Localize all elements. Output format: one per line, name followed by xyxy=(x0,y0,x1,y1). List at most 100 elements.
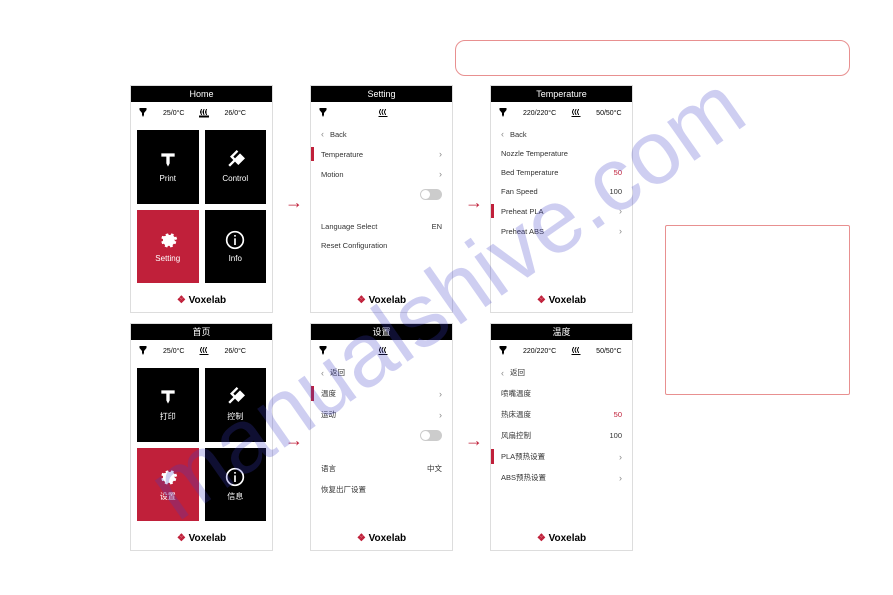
screen-title: Home xyxy=(131,86,272,102)
preheat-pla-row[interactable]: Preheat PLA › xyxy=(491,201,632,221)
bed-icon xyxy=(570,107,582,119)
annotation-box-side xyxy=(665,225,850,395)
row-value: 50 xyxy=(614,410,622,419)
nozzle-temp-row[interactable]: 喷嘴温度 xyxy=(491,383,632,404)
print-tile[interactable]: 打印 xyxy=(137,368,199,442)
nozzle-readout: 25/0°C xyxy=(163,110,184,117)
nozzle-readout: 25/0°C xyxy=(163,348,184,355)
row-label: Motion xyxy=(321,170,344,179)
nozzle-icon xyxy=(317,345,329,357)
screen-setting-en: Setting ‹Back Temperature› Motion› Langu… xyxy=(310,85,453,313)
row-label: 语言 xyxy=(321,463,336,474)
bed-icon xyxy=(198,107,210,119)
bed-icon xyxy=(198,345,210,357)
tile-label: Info xyxy=(229,254,242,263)
control-tile[interactable]: Control xyxy=(205,130,267,204)
chevron-right-icon: › xyxy=(439,410,442,420)
back-row[interactable]: ‹返回 xyxy=(311,362,452,383)
row-label: Preheat PLA xyxy=(501,207,544,216)
screen-title: Temperature xyxy=(491,86,632,102)
bed-temp-row[interactable]: 热床温度50 xyxy=(491,404,632,425)
motion-row[interactable]: 运动 › xyxy=(311,404,452,425)
nozzle-temp-row[interactable]: Nozzle Temperature xyxy=(491,144,632,163)
chevron-right-icon: › xyxy=(619,206,622,216)
row-label: 喷嘴温度 xyxy=(501,388,531,399)
bed-readout: 50/50°C xyxy=(596,348,621,355)
bed-readout: 50/50°C xyxy=(596,110,621,117)
chevron-right-icon: › xyxy=(439,389,442,399)
row-value: 100 xyxy=(609,431,622,440)
bed-icon xyxy=(377,345,389,357)
toggle-row[interactable] xyxy=(311,184,452,205)
info-tile[interactable]: 信息 xyxy=(205,448,267,522)
toggle-switch[interactable] xyxy=(420,430,442,441)
brand-footer: ❖ Voxelab xyxy=(491,527,632,550)
row-value: EN xyxy=(432,222,442,231)
setting-tile[interactable]: 设置 xyxy=(137,448,199,522)
preheat-pla-row[interactable]: PLA预热设置 › xyxy=(491,446,632,467)
screen-temperature-en: Temperature 220/220°C 50/50°C ‹Back Nozz… xyxy=(490,85,633,313)
screen-setting-cn: 设置 ‹返回 温度› 运动› 语言中文 恢复出厂设置 ❖ Voxelab xyxy=(310,323,453,551)
tile-label: 控制 xyxy=(227,411,243,422)
toggle-switch[interactable] xyxy=(420,189,442,200)
setting-tile[interactable]: Setting xyxy=(137,210,199,284)
nozzle-readout: 220/220°C xyxy=(523,348,556,355)
bed-temp-row[interactable]: Bed Temperature50 xyxy=(491,163,632,182)
back-row[interactable]: ‹Back xyxy=(311,124,452,144)
reset-row[interactable]: Reset Configuration xyxy=(311,236,452,255)
temperature-row[interactable]: 温度 › xyxy=(311,383,452,404)
temperature-row[interactable]: Temperature› xyxy=(311,144,452,164)
control-tile[interactable]: 控制 xyxy=(205,368,267,442)
temp-bar xyxy=(311,340,452,362)
back-label: 返回 xyxy=(504,367,622,378)
row-label: Preheat ABS xyxy=(501,227,544,236)
language-row[interactable]: 语言 中文 xyxy=(311,458,452,479)
nozzle-icon xyxy=(317,107,329,119)
nozzle-icon xyxy=(137,345,149,357)
preheat-abs-row[interactable]: Preheat ABS › xyxy=(491,221,632,241)
screen-title: 首页 xyxy=(131,324,272,340)
nozzle-icon xyxy=(137,107,149,119)
row-value: 中文 xyxy=(427,463,442,474)
nozzle-icon xyxy=(497,345,509,357)
fan-speed-row[interactable]: Fan Speed 100 xyxy=(491,182,632,201)
back-label: Back xyxy=(324,130,442,139)
row-label: Language Select xyxy=(321,222,377,231)
preheat-abs-row[interactable]: ABS预热设置› xyxy=(491,467,632,488)
screen-title: 温度 xyxy=(491,324,632,340)
bed-icon xyxy=(570,345,582,357)
motion-row[interactable]: Motion› xyxy=(311,164,452,184)
language-row[interactable]: Language Select EN xyxy=(311,217,452,236)
back-label: Back xyxy=(504,130,622,139)
fan-speed-row[interactable]: 风扇控制100 xyxy=(491,425,632,446)
nozzle-readout: 220/220°C xyxy=(523,110,556,117)
back-label: 返回 xyxy=(324,367,442,378)
chevron-right-icon: › xyxy=(619,226,622,236)
chevron-right-icon: › xyxy=(619,452,622,462)
screen-home-en: Home 25/0°C 26/0°C Print Control Setting xyxy=(130,85,273,313)
temp-bar: 220/220°C 50/50°C xyxy=(491,340,632,362)
tile-label: Setting xyxy=(155,254,180,263)
print-tile[interactable]: Print xyxy=(137,130,199,204)
row-label: Nozzle Temperature xyxy=(501,149,568,158)
toggle-row[interactable] xyxy=(311,425,452,446)
bed-readout: 26/0°C xyxy=(224,348,245,355)
row-value: 100 xyxy=(609,187,622,196)
screen-title: Setting xyxy=(311,86,452,102)
back-row[interactable]: ‹Back xyxy=(491,124,632,144)
row-label: Reset Configuration xyxy=(321,241,387,250)
tile-label: 信息 xyxy=(227,491,243,502)
info-tile[interactable]: Info xyxy=(205,210,267,284)
row-label: 运动 xyxy=(321,409,336,420)
row-label: Fan Speed xyxy=(501,187,538,196)
brand-footer: ❖ Voxelab xyxy=(131,289,272,312)
brand-footer: ❖ Voxelab xyxy=(491,289,632,312)
back-row[interactable]: ‹返回 xyxy=(491,362,632,383)
row-label: PLA预热设置 xyxy=(501,451,545,462)
annotation-box-top xyxy=(455,40,850,76)
reset-row[interactable]: 恢复出厂设置 xyxy=(311,479,452,500)
row-label: ABS预热设置 xyxy=(501,472,546,483)
row-label: 温度 xyxy=(321,388,336,399)
tile-label: Print xyxy=(160,174,176,183)
tile-label: 设置 xyxy=(160,491,176,502)
